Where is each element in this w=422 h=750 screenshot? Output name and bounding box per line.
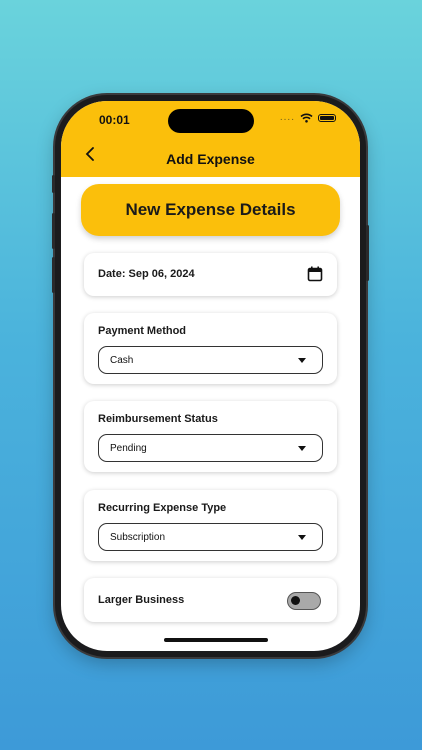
recurring-expense-value: Subscription (110, 531, 166, 543)
caret-down-icon (298, 358, 306, 363)
recurring-expense-label: Recurring Expense Type (98, 502, 227, 514)
volume-up-button (52, 213, 55, 249)
date-label: Date: Sep 06, 2024 (98, 268, 195, 280)
calendar-icon[interactable] (307, 266, 323, 282)
date-card[interactable]: Date: Sep 06, 2024 (84, 253, 337, 296)
payment-method-label: Payment Method (98, 325, 187, 337)
app-screen: 00:01 .... Add Expense New Expense Detai… (61, 101, 360, 651)
reimbursement-dropdown[interactable]: Pending (98, 434, 323, 462)
caret-down-icon (298, 446, 306, 451)
dynamic-island (168, 109, 254, 133)
reimbursement-card: Reimbursement Status Pending (84, 401, 337, 472)
reimbursement-value: Pending (110, 442, 147, 454)
silent-switch (52, 175, 55, 193)
larger-business-label: Larger Business (98, 594, 185, 606)
phone-frame: 00:01 .... Add Expense New Expense Detai… (52, 95, 369, 657)
header-bar: 00:01 .... Add Expense (61, 101, 360, 177)
power-button (366, 225, 369, 281)
payment-method-dropdown[interactable]: Cash (98, 346, 323, 374)
wifi-icon (300, 113, 313, 123)
home-indicator (164, 638, 268, 642)
battery-icon (318, 114, 336, 122)
recurring-expense-card: Recurring Expense Type Subscription (84, 490, 337, 561)
larger-business-toggle[interactable] (287, 592, 321, 610)
recurring-expense-dropdown[interactable]: Subscription (98, 523, 323, 551)
page-title: Add Expense (166, 151, 255, 167)
section-banner: New Expense Details (81, 184, 340, 236)
larger-business-card: Larger Business (84, 578, 337, 622)
reimbursement-label: Reimbursement Status (98, 413, 218, 425)
volume-down-button (52, 257, 55, 293)
payment-method-card: Payment Method Cash (84, 313, 337, 384)
signal-dots: .... (279, 112, 295, 123)
toggle-knob (291, 596, 300, 605)
payment-method-value: Cash (110, 354, 134, 366)
status-icons: .... (280, 113, 336, 123)
caret-down-icon (298, 535, 306, 540)
status-time: 00:01 (99, 113, 130, 127)
